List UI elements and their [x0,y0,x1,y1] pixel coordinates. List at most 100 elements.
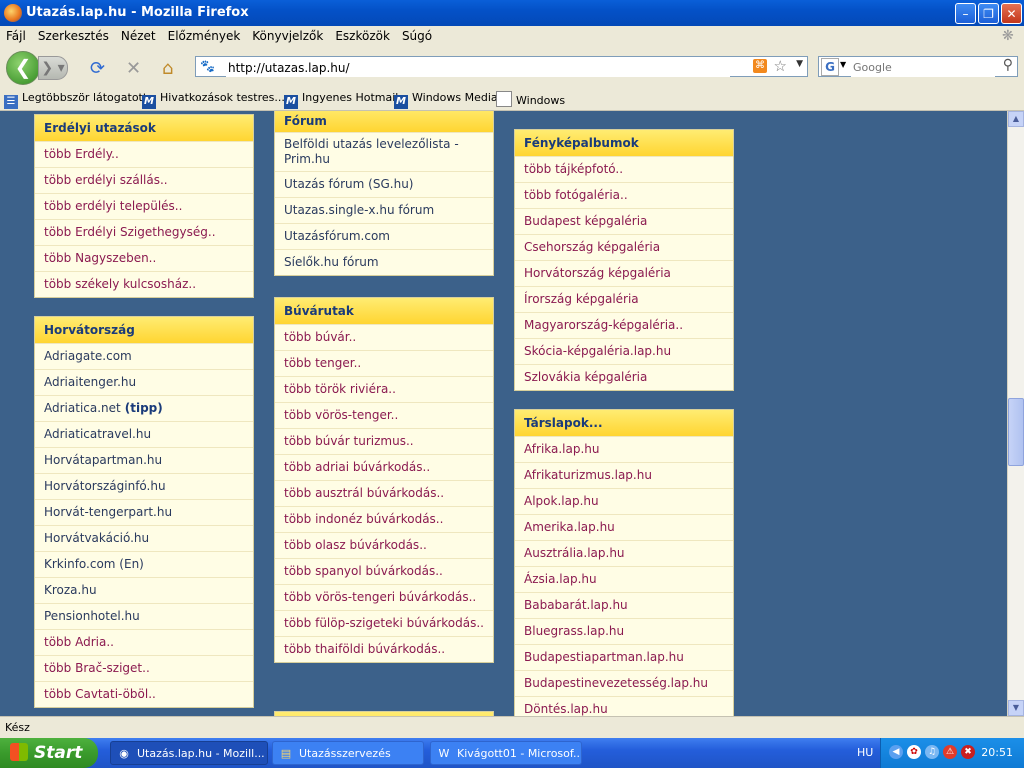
list-item[interactable]: több székely kulcsosház.. [35,271,253,297]
list-item[interactable]: Budapestiapartman.lap.hu [515,644,733,670]
forward-button[interactable]: ❯ ▾ [38,56,68,80]
vertical-scrollbar[interactable]: ▲ ▼ [1007,111,1024,716]
address-bar[interactable]: 🐾 ⌘ ☆ ▼ [195,56,808,77]
list-item[interactable]: Horvátapartman.hu [35,447,253,473]
list-item[interactable]: több fotógaléria.. [515,182,733,208]
list-item[interactable]: Szlovákia képgaléria [515,364,733,390]
maximize-button[interactable]: ❐ [978,3,999,24]
list-item[interactable]: több vörös-tenger.. [275,402,493,428]
tray-app-icon[interactable]: ✿ [907,745,921,759]
tray-security-icon[interactable]: ✖ [961,745,975,759]
bookmark-star-icon[interactable]: ☆ [774,57,787,75]
list-item[interactable]: több fülöp-szigeteki búvárkodás.. [275,610,493,636]
list-item[interactable]: Adriaitenger.hu [35,369,253,395]
list-item[interactable]: több török riviéra.. [275,376,493,402]
list-item[interactable]: több adriai búvárkodás.. [275,454,493,480]
list-item[interactable]: Horvátországinfó.hu [35,473,253,499]
list-item[interactable]: Alpok.lap.hu [515,488,733,514]
list-item[interactable]: Belföldi utazás levelezőlista - Prim.hu [275,132,493,171]
minimize-button[interactable]: – [955,3,976,24]
tray-volume-icon[interactable]: ♫ [925,745,939,759]
list-item[interactable]: Kroza.hu [35,577,253,603]
list-item[interactable]: Magyarország-képgaléria.. [515,312,733,338]
task-kivagott[interactable]: W Kivágott01 - Microsof... [430,741,582,765]
list-item[interactable]: Pensionhotel.hu [35,603,253,629]
list-item[interactable]: Írország képgaléria [515,286,733,312]
list-item[interactable]: több Erdély.. [35,141,253,167]
list-item[interactable]: több tenger.. [275,350,493,376]
bookmark-windows-media[interactable]: M Windows Media [394,91,498,109]
list-item[interactable]: több thaiföldi búvárkodás.. [275,636,493,662]
list-item[interactable]: több erdélyi szállás.. [35,167,253,193]
stop-icon[interactable]: ✕ [126,58,141,79]
list-item[interactable]: Ázsia.lap.hu [515,566,733,592]
bookmark-free-hotmail[interactable]: M Ingyenes Hotmail [284,91,398,109]
menu-tools[interactable]: Eszközök [329,26,396,46]
task-firefox[interactable]: ◉ Utazás.lap.hu - Mozill... [110,741,268,765]
list-item[interactable]: több tájképfotó.. [515,156,733,182]
menu-view[interactable]: Nézet [115,26,162,46]
list-item[interactable]: több indonéz búvárkodás.. [275,506,493,532]
list-item[interactable]: Adriagate.com [35,343,253,369]
menu-bookmarks[interactable]: Könyvjelzők [246,26,329,46]
list-item[interactable]: Ausztrália.lap.hu [515,540,733,566]
language-indicator[interactable]: HU [857,746,873,759]
list-item[interactable]: több erdélyi település.. [35,193,253,219]
list-item[interactable]: Horvátvakáció.hu [35,525,253,551]
back-button[interactable]: ❮ [6,51,40,85]
list-item[interactable]: több Adria.. [35,629,253,655]
list-item[interactable]: Utazásfórum.com [275,223,493,249]
list-item[interactable]: Síelők.hu fórum [275,249,493,275]
list-item[interactable]: Döntés.lap.hu [515,696,733,716]
list-item[interactable]: Afrikaturizmus.lap.hu [515,462,733,488]
bookmark-windows[interactable]: Windows [496,91,565,107]
tray-network-icon[interactable]: ◀ [889,745,903,759]
list-item[interactable]: Horvátország képgaléria [515,260,733,286]
tray-antivirus-icon[interactable]: ⚠ [943,745,957,759]
engine-dropdown-icon[interactable]: ▼ [840,60,846,69]
list-item[interactable]: Adriaticatravel.hu [35,421,253,447]
list-item[interactable]: több Brač-sziget.. [35,655,253,681]
list-item[interactable]: több Cavtati-öböl.. [35,681,253,707]
list-item[interactable]: több búvár turizmus.. [275,428,493,454]
list-item[interactable]: Adriatica.net (tipp) [35,395,253,421]
list-item[interactable]: több vörös-tengeri búvárkodás.. [275,584,493,610]
task-utazasszervezes[interactable]: ▤ Utazásszervezés [272,741,424,765]
list-item[interactable]: több spanyol búvárkodás.. [275,558,493,584]
list-item[interactable]: Utazas.single-x.hu fórum [275,197,493,223]
start-button[interactable]: Start [0,738,98,768]
home-icon[interactable]: ⌂ [162,58,173,79]
search-icon[interactable]: ⚲ [1003,57,1013,73]
list-item[interactable]: több Erdélyi Szigethegység.. [35,219,253,245]
list-item[interactable]: Skócia-képgaléria.lap.hu [515,338,733,364]
list-item[interactable]: több Nagyszeben.. [35,245,253,271]
menu-help[interactable]: Súgó [396,26,438,46]
url-dropdown-icon[interactable]: ▼ [796,59,803,69]
rss-feed-icon[interactable]: ⌘ [753,59,767,73]
list-item[interactable]: Bababarát.lap.hu [515,592,733,618]
list-item[interactable]: Krkinfo.com (En) [35,551,253,577]
close-button[interactable]: ✕ [1001,3,1022,24]
menu-history[interactable]: Előzmények [162,26,247,46]
search-input[interactable] [851,58,995,77]
list-item[interactable]: több olasz búvárkodás.. [275,532,493,558]
list-item[interactable]: Horvát-tengerpart.hu [35,499,253,525]
reload-icon[interactable]: ⟳ [90,58,105,79]
list-item[interactable]: Utazás fórum (SG.hu) [275,171,493,197]
list-item[interactable]: több búvár.. [275,324,493,350]
list-item[interactable]: Bluegrass.lap.hu [515,618,733,644]
search-bar[interactable]: G ▼ ⚲ [818,56,1018,77]
list-item[interactable]: Amerika.lap.hu [515,514,733,540]
url-input[interactable] [226,58,730,77]
list-item[interactable]: Budapest képgaléria [515,208,733,234]
bookmark-most-visited[interactable]: ☰ Legtöbbször látogatott [4,91,147,109]
bookmark-customize-links[interactable]: M Hivatkozások testres... [142,91,285,109]
menu-edit[interactable]: Szerkesztés [32,26,115,46]
google-engine-icon[interactable]: G [821,58,839,76]
scroll-down-arrow[interactable]: ▼ [1008,700,1024,716]
scroll-up-arrow[interactable]: ▲ [1008,111,1024,127]
list-item[interactable]: Csehország képgaléria [515,234,733,260]
list-item[interactable]: több ausztrál búvárkodás.. [275,480,493,506]
menu-file[interactable]: Fájl [0,26,32,46]
list-item[interactable]: Budapestinevezetesség.lap.hu [515,670,733,696]
